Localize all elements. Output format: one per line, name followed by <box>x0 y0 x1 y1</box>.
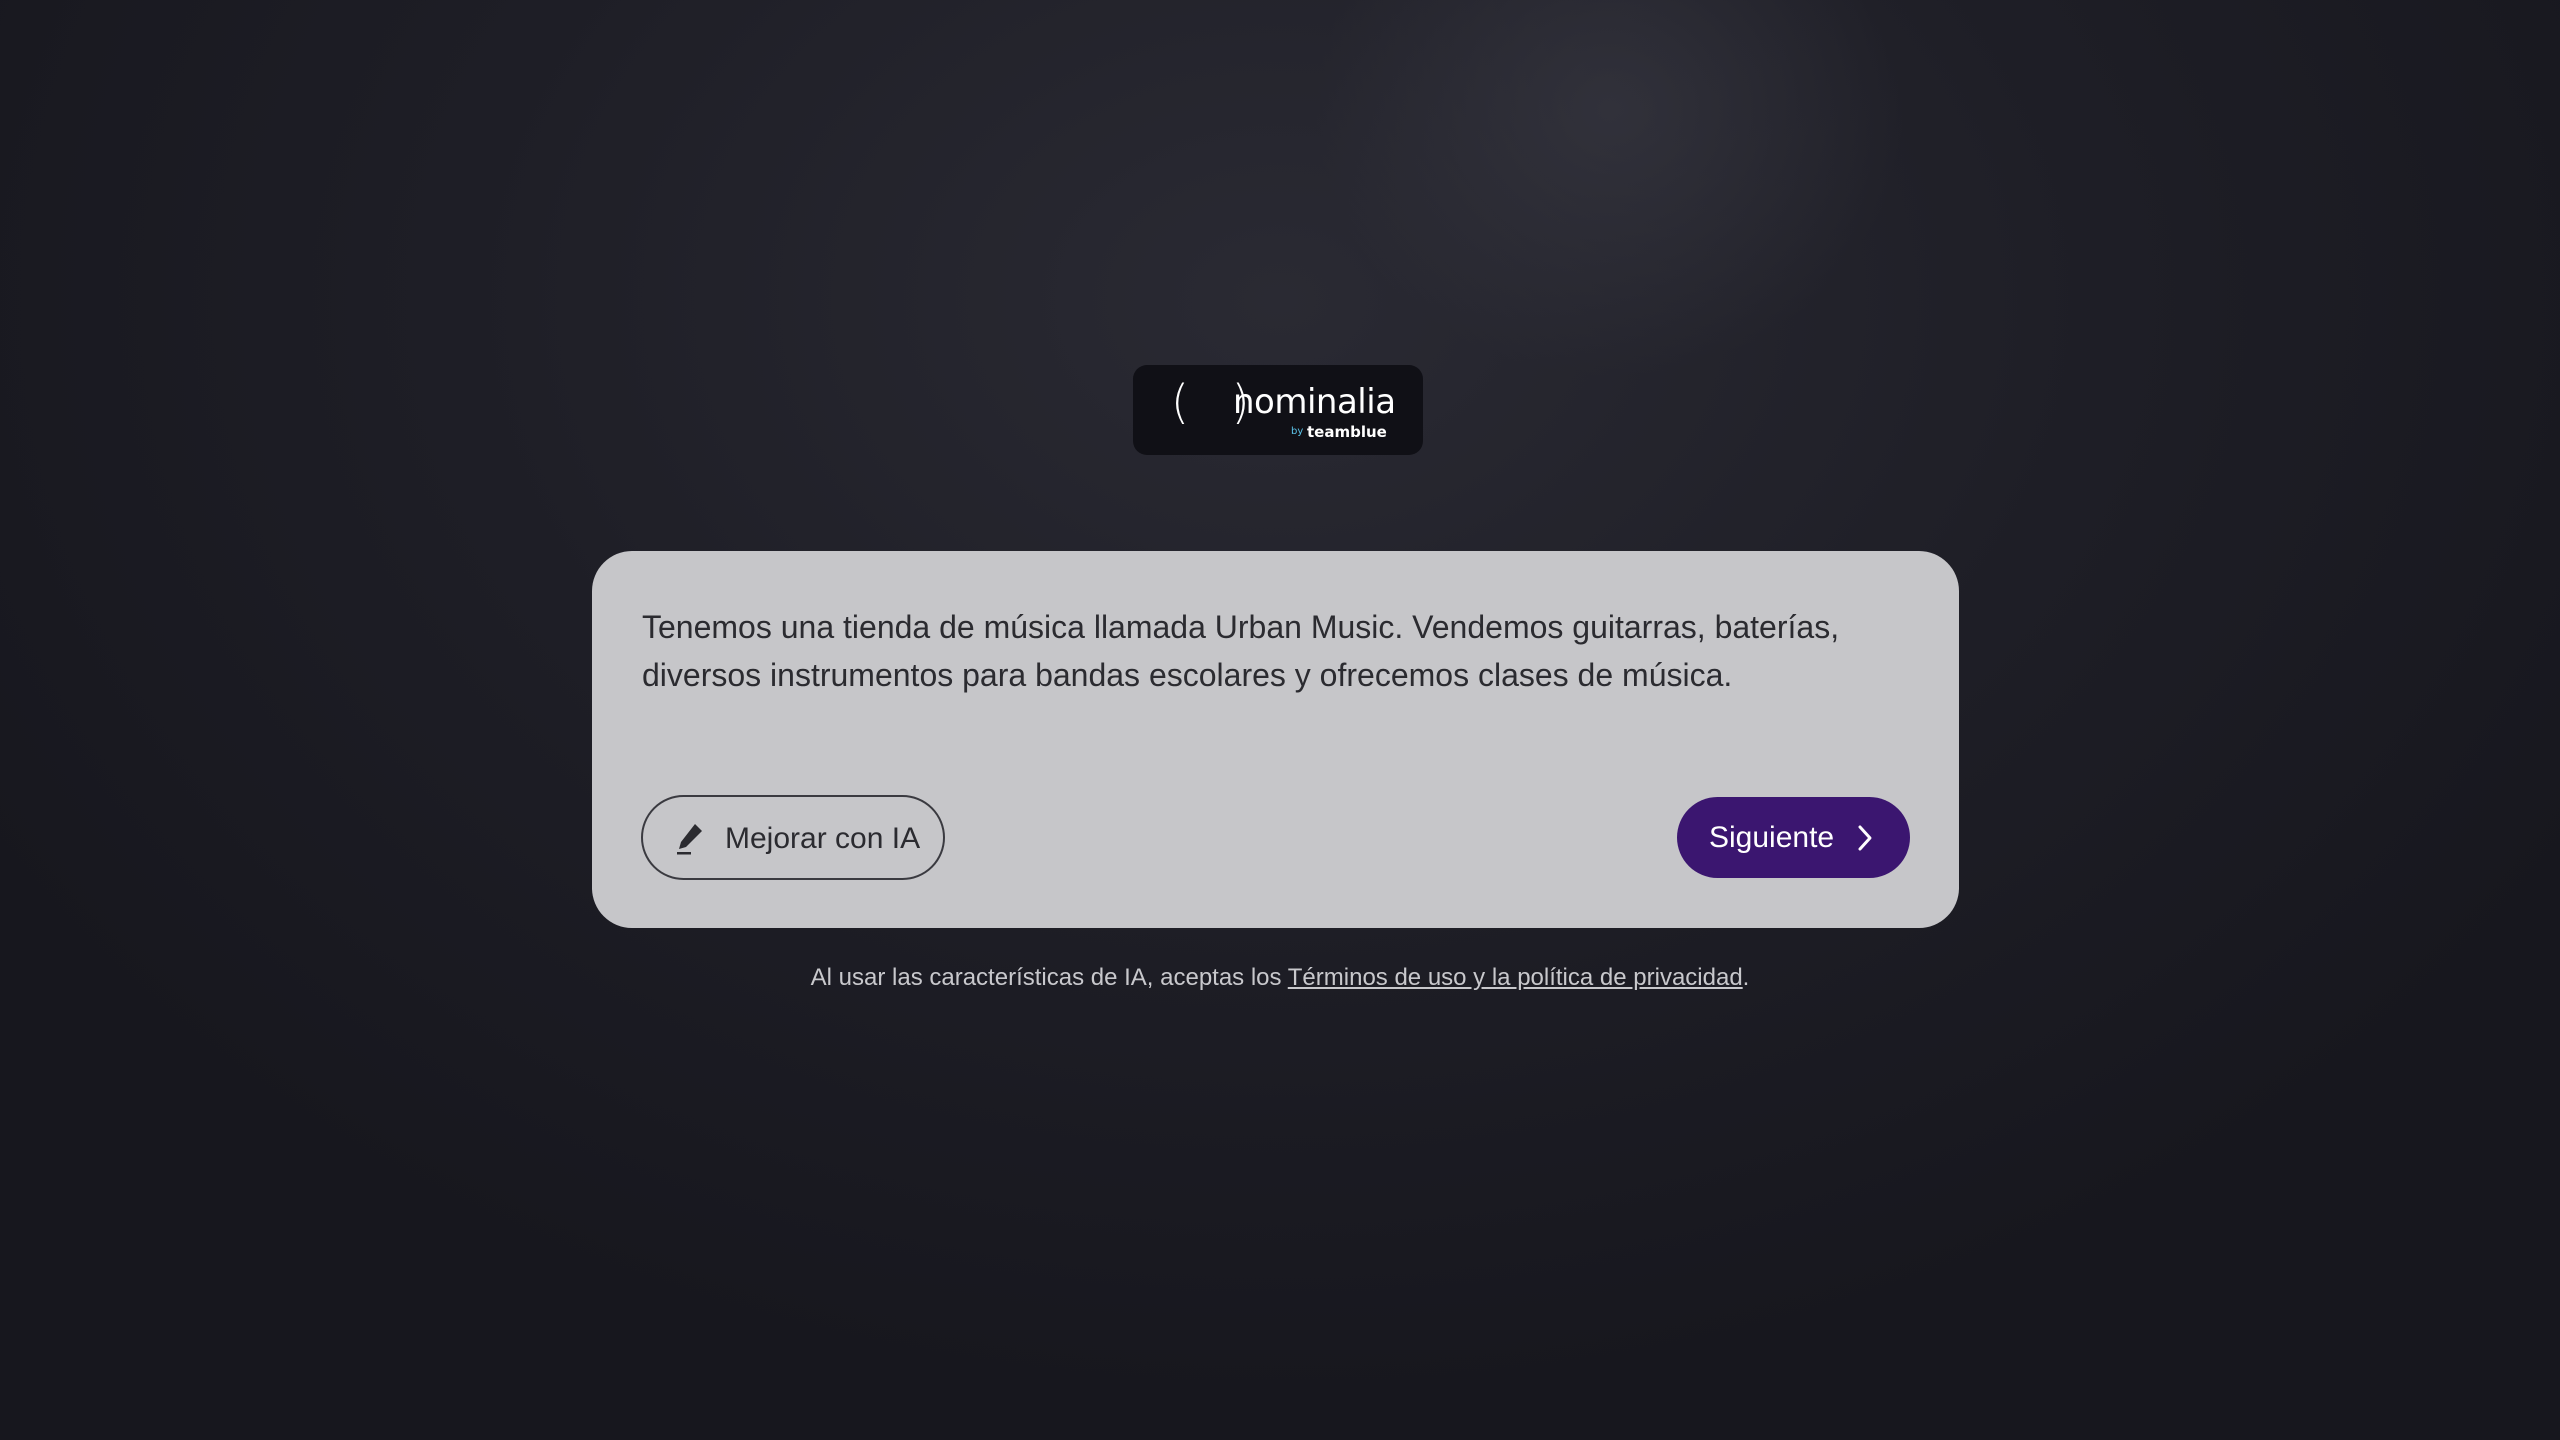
logo-teamblue: teamblue <box>1307 423 1387 441</box>
next-label: Siguiente <box>1709 821 1835 854</box>
prompt-text[interactable]: Tenemos una tienda de música llamada Urb… <box>642 603 1912 699</box>
next-button[interactable]: Siguiente <box>1677 797 1910 878</box>
pencil-icon <box>677 824 702 855</box>
prompt-card: Tenemos una tienda de música llamada Urb… <box>592 551 1959 928</box>
brand-logo: ( ) nominalia by teamblue <box>1133 365 1423 455</box>
chevron-right-icon <box>1858 825 1872 851</box>
improve-with-ai-label: Mejorar con IA <box>725 822 921 855</box>
terms-note: Al usar las características de IA, acept… <box>0 963 2560 993</box>
logo-by: by <box>1291 426 1304 437</box>
terms-link[interactable]: Términos de uso y la política de privaci… <box>1288 964 1743 991</box>
improve-with-ai-button[interactable]: Mejorar con IA <box>641 795 945 880</box>
terms-prefix: Al usar las características de IA, acept… <box>810 964 1282 991</box>
logo-wordmark: nominalia <box>1233 382 1396 422</box>
terms-suffix: . <box>1742 964 1750 991</box>
